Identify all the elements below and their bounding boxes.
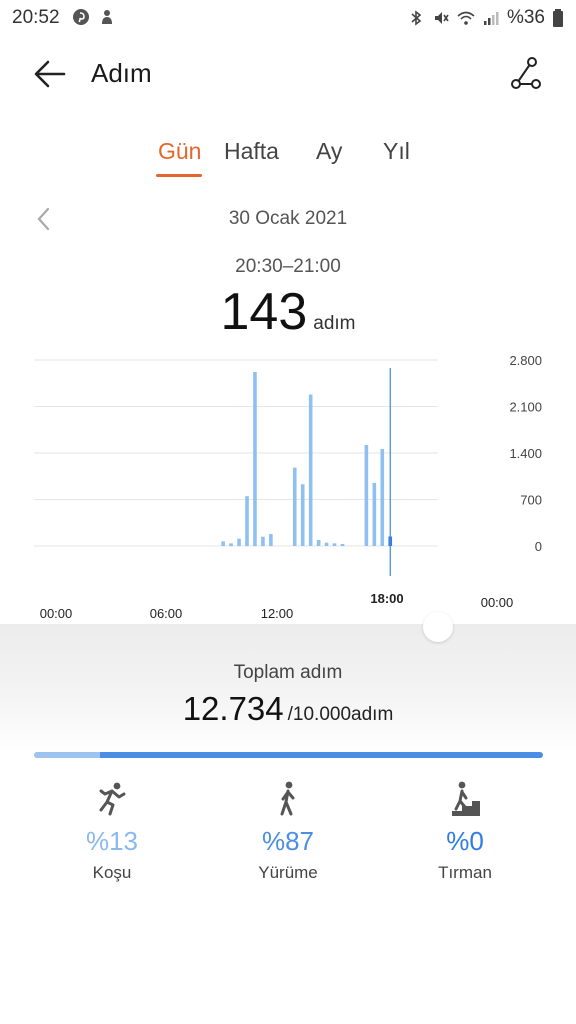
chart-bar — [237, 538, 241, 546]
pinterest-icon — [73, 9, 89, 25]
chart-bar — [372, 482, 377, 546]
battery-icon — [553, 9, 563, 27]
date-label: 30 Ocak 2021 — [228, 208, 348, 229]
chart-bar — [261, 536, 265, 546]
chart-bar — [316, 540, 321, 546]
wifi-icon — [457, 11, 475, 25]
step-goal: /10.000adım — [287, 704, 394, 725]
y-tick-label: 2.100 — [509, 400, 542, 415]
share-route-icon[interactable] — [506, 54, 546, 94]
activity-climbing: %0 Tırman — [395, 780, 535, 883]
chart-bar — [332, 543, 337, 546]
tab-month[interactable]: Ay — [316, 138, 342, 165]
notification-icon — [102, 10, 112, 24]
chart-bar — [292, 467, 297, 546]
selected-time-range: 20:30–21:00 — [235, 256, 341, 277]
activity-progress-bar — [34, 752, 543, 758]
walking-icon — [280, 781, 295, 816]
x-tick-label: 00:00 — [40, 606, 73, 621]
climbing-icon — [452, 781, 480, 816]
x-tick-label: 06:00 — [150, 606, 183, 621]
y-tick-label: 1.400 — [509, 446, 542, 461]
selected-step-count: 143 — [220, 283, 308, 341]
climbing-label: Tırman — [438, 863, 492, 882]
chart-bar — [340, 544, 345, 546]
chart-bar — [253, 371, 257, 546]
chart-scrubber-handle[interactable] — [423, 612, 453, 642]
tab-day[interactable]: Gün — [158, 138, 201, 165]
bluetooth-icon — [411, 10, 422, 26]
y-tick-label: 0 — [535, 539, 542, 554]
chart-bar — [245, 496, 249, 546]
mute-icon — [434, 12, 449, 24]
total-steps: 12.734/10.000adım — [0, 690, 576, 728]
page-title: Adım — [91, 58, 152, 88]
walking-percent: %87 — [261, 826, 315, 856]
walking-label: Yürüme — [258, 863, 318, 882]
running-percent: %13 — [85, 826, 139, 856]
period-tabs: Gün Hafta Ay Yıl — [0, 136, 576, 180]
battery-percent: %36 — [506, 7, 545, 28]
chart-bar — [269, 534, 273, 546]
total-steps-value: 12.734 — [182, 690, 284, 727]
step-bar-chart[interactable]: 2.800 2.100 1.400 700 0 00:00 06:00 12:00 18:00 0… — [0, 340, 576, 630]
tab-week[interactable]: Hafta — [224, 138, 279, 165]
chart-bar — [229, 543, 233, 546]
active-tab-indicator — [156, 174, 202, 177]
chart-bar — [221, 541, 225, 546]
selected-value: 143 adım — [0, 282, 576, 342]
y-tick-label: 2.800 — [509, 353, 542, 368]
x-tick-label: 18:00 — [370, 591, 403, 606]
date-navigation: 30 Ocak 2021 — [0, 204, 576, 234]
chart-bar — [300, 484, 305, 546]
running-icon — [99, 782, 126, 816]
activity-running: %13 Koşu — [42, 780, 182, 883]
y-tick-label: 700 — [520, 493, 542, 508]
running-label: Koşu — [92, 863, 132, 882]
status-time: 20:52 — [12, 7, 60, 28]
chart-bar — [380, 449, 385, 546]
signal-icon — [483, 12, 499, 25]
climbing-percent: %0 — [446, 826, 484, 856]
x-tick-label: 12:00 — [261, 606, 294, 621]
chart-bar — [324, 542, 329, 546]
arrow-left-icon[interactable] — [30, 56, 70, 92]
walk-progress-segment — [100, 752, 543, 758]
chart-bar — [308, 394, 313, 546]
x-tick-label: 00:00 — [481, 595, 514, 610]
status-bar: 20:52 %36 — [0, 0, 576, 36]
run-progress-segment — [34, 752, 101, 758]
total-steps-label: Toplam adım — [233, 662, 343, 683]
activity-walking: %87 Yürüme — [218, 780, 358, 883]
selected-unit: adım — [313, 313, 356, 334]
app-bar: Adım — [0, 48, 576, 100]
chart-bar — [364, 445, 369, 546]
tab-year[interactable]: Yıl — [383, 138, 410, 165]
